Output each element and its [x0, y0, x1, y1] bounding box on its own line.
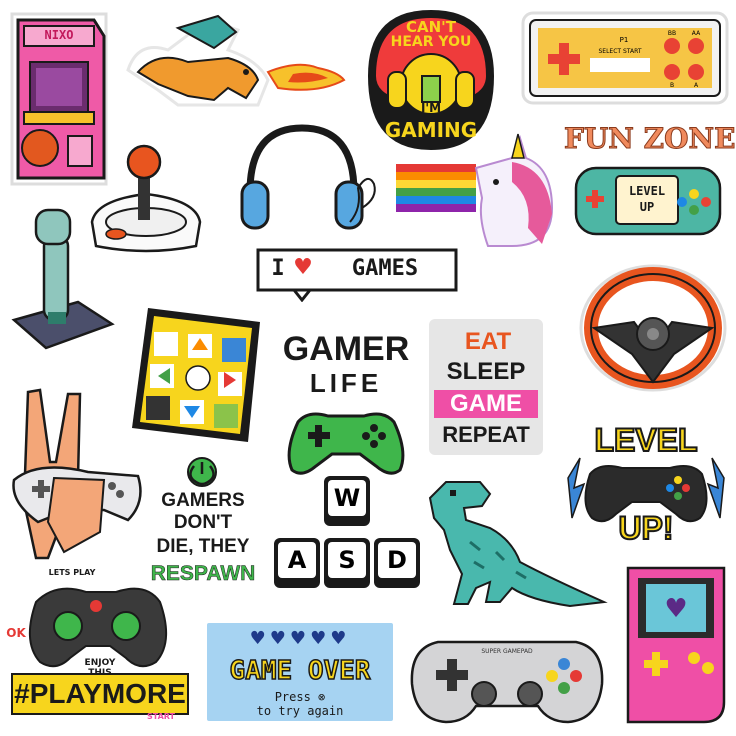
im-text: I'M: [420, 101, 442, 115]
repeat-text: REPEAT: [442, 422, 530, 447]
p1-label: P1: [619, 36, 629, 44]
key-w: W: [324, 476, 370, 526]
retro-controller-sticker: P1 SELECT START BB AA B A: [520, 10, 730, 106]
fun-zone-title: FUN ZONE: [564, 122, 736, 156]
sleep-text: SLEEP: [446, 358, 526, 385]
aa-label: AA: [691, 30, 701, 37]
life-text: LIFE: [309, 368, 383, 398]
fun-zone-sticker: FUN ZONE LEVEL UP: [564, 118, 736, 242]
rock-hand-controller-sticker: [8, 382, 148, 566]
level-text: LEVEL: [593, 421, 698, 459]
b-label: B: [669, 82, 675, 89]
key-s: S: [324, 538, 370, 588]
game-text: GAME: [434, 390, 538, 418]
arcade-logo: NIXO: [44, 28, 74, 42]
select-start-label: SELECT START: [598, 48, 642, 55]
game-over-title: GAME OVER: [229, 655, 371, 687]
level-up-sticker: LEVEL UP!: [560, 418, 732, 554]
super-gamepad-label: SUPER GAMEPAD: [481, 648, 533, 655]
flight-stick-sticker: [8, 202, 116, 358]
i-text: I: [271, 256, 285, 281]
fun-zone-screen-line1: LEVEL: [628, 184, 666, 198]
bb-label: BB: [667, 30, 677, 37]
playmore-text: #PLAYMORE: [14, 678, 186, 709]
headphones-sticker: [232, 118, 380, 240]
up-text: UP!: [617, 509, 674, 547]
key-a: A: [274, 538, 320, 588]
this-text: THIS: [88, 668, 112, 678]
gamer-text: GAMER: [282, 330, 410, 368]
die-they-text: DIE, THEY: [156, 536, 250, 557]
wasd-keys-sticker: W A S D: [272, 474, 422, 602]
dont-text: DON'T: [173, 512, 233, 533]
unicorn-rainbow-sticker: [392, 128, 570, 256]
eat-sleep-game-repeat-sticker: EAT SLEEP GAME REPEAT: [424, 314, 548, 460]
gamers-text: GAMERS: [161, 490, 245, 511]
pixel-dragon-sticker: [118, 10, 348, 115]
i-love-games-sticker: I ♥ GAMES: [254, 246, 460, 302]
hearts-row: ♥♥♥♥♥: [249, 628, 351, 649]
heart-icon: ♥: [293, 255, 313, 280]
gamer-life-sticker: GAMER LIFE: [278, 330, 414, 478]
key-d: D: [374, 538, 420, 588]
playmore-sticker: LETS PLAY OK ENJOY THIS #PLAYMORE START: [6, 562, 192, 722]
eat-text: EAT: [464, 328, 512, 355]
enjoy-text: ENJOY: [84, 658, 116, 668]
game-over-sticker: ♥♥♥♥♥ GAME OVER Press ⊗ to try again: [202, 618, 398, 726]
hear-you-text: HEAR YOU: [390, 34, 472, 50]
handheld-heart-icon: ♥: [664, 594, 688, 624]
try-again-text: to try again: [256, 704, 344, 718]
ok-text: OK: [6, 626, 26, 640]
fun-zone-screen-line2: UP: [639, 200, 655, 214]
pink-handheld-sticker: ♥: [622, 562, 730, 728]
start-text: START: [146, 712, 176, 721]
a-label: A: [693, 82, 699, 89]
games-text: GAMES: [351, 256, 419, 281]
press-text: Press ⊗: [274, 690, 326, 704]
lets-play-text: LETS PLAY: [48, 568, 96, 577]
steering-wheel-sticker: [574, 258, 732, 394]
super-gamepad-sticker: SUPER GAMEPAD: [408, 628, 606, 730]
